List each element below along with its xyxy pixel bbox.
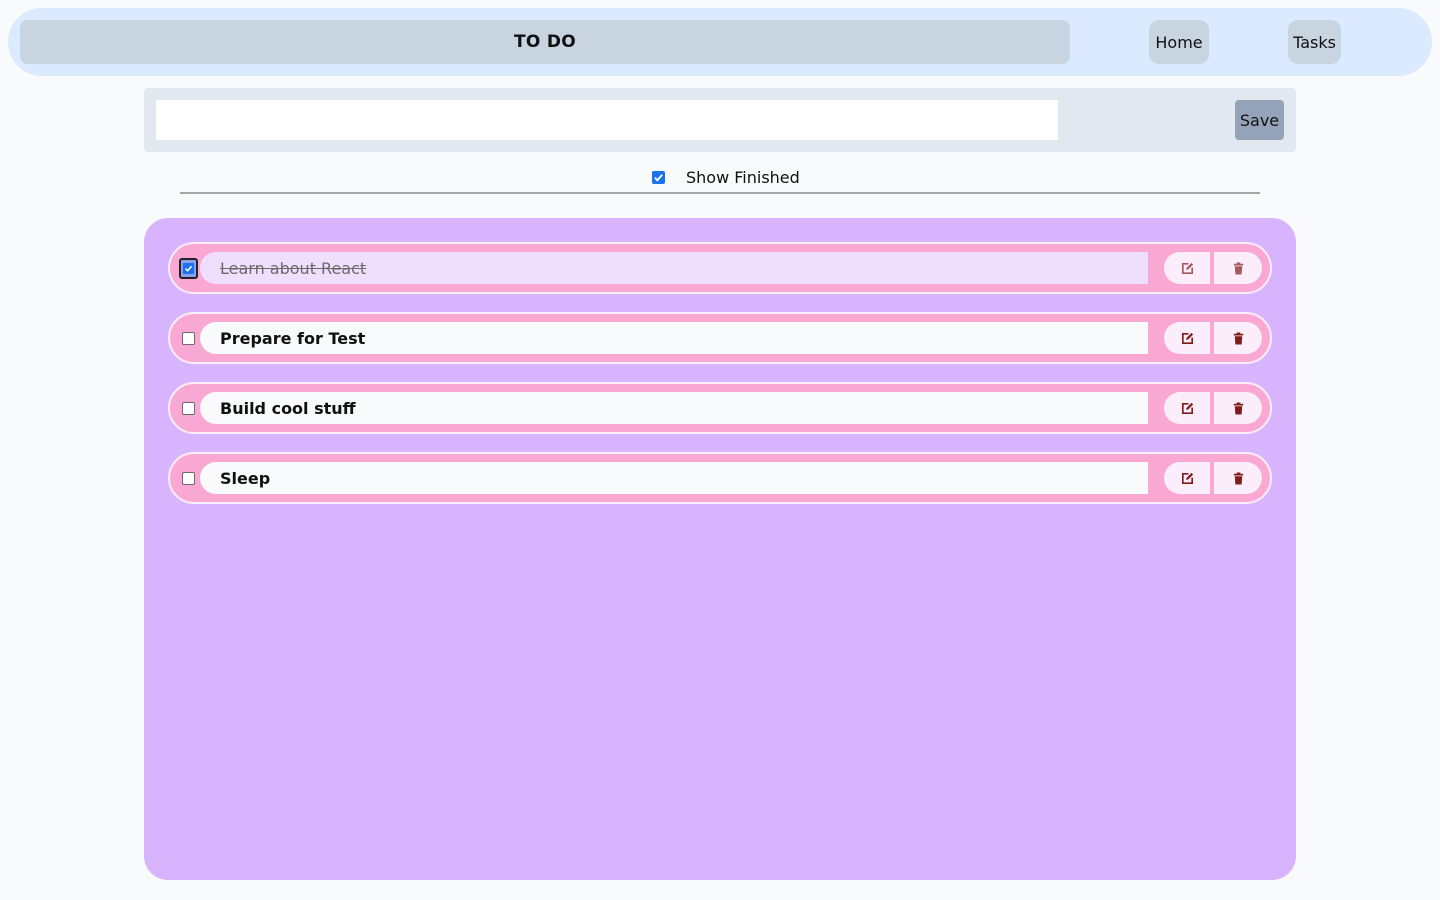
navbar: TO DO Home Tasks [8, 8, 1432, 76]
edit-icon [1181, 332, 1193, 344]
edit-button[interactable] [1164, 322, 1210, 354]
task-row: Learn about React [168, 242, 1272, 294]
show-finished-checkbox[interactable] [652, 170, 665, 184]
checkmark-icon [654, 173, 663, 182]
task-list: Learn about React Prepare for Test Build… [144, 218, 1296, 880]
task-done-checkbox[interactable] [182, 332, 195, 345]
task-text: Prepare for Test [200, 322, 1148, 354]
delete-button[interactable] [1214, 462, 1262, 494]
edit-icon [1181, 262, 1193, 274]
nav-tasks-button[interactable]: Tasks [1288, 20, 1341, 64]
edit-button[interactable] [1164, 252, 1210, 284]
new-task-bar: Save [144, 88, 1296, 152]
delete-button[interactable] [1214, 392, 1262, 424]
trash-icon [1233, 332, 1243, 344]
delete-button[interactable] [1214, 252, 1262, 284]
nav-home-button[interactable]: Home [1149, 20, 1209, 64]
show-finished-toggle: Show Finished [652, 166, 800, 188]
checkmark-icon [184, 265, 193, 272]
task-row: Sleep [168, 452, 1272, 504]
delete-button[interactable] [1214, 322, 1262, 354]
trash-icon [1233, 402, 1243, 414]
app-title: TO DO [20, 20, 1070, 64]
trash-icon [1233, 472, 1243, 484]
new-task-input[interactable] [156, 100, 1058, 140]
task-text: Build cool stuff [200, 392, 1148, 424]
edit-button[interactable] [1164, 462, 1210, 494]
divider [180, 192, 1260, 194]
task-row: Build cool stuff [168, 382, 1272, 434]
edit-icon [1181, 402, 1193, 414]
task-row: Prepare for Test [168, 312, 1272, 364]
edit-icon [1181, 472, 1193, 484]
task-text: Learn about React [200, 252, 1148, 284]
task-done-checkbox[interactable] [179, 258, 198, 279]
task-done-checkbox[interactable] [182, 402, 195, 415]
save-button[interactable]: Save [1235, 100, 1284, 140]
task-text: Sleep [200, 462, 1148, 494]
edit-button[interactable] [1164, 392, 1210, 424]
task-done-checkbox[interactable] [182, 472, 195, 485]
show-finished-label: Show Finished [686, 167, 800, 187]
trash-icon [1233, 262, 1243, 274]
